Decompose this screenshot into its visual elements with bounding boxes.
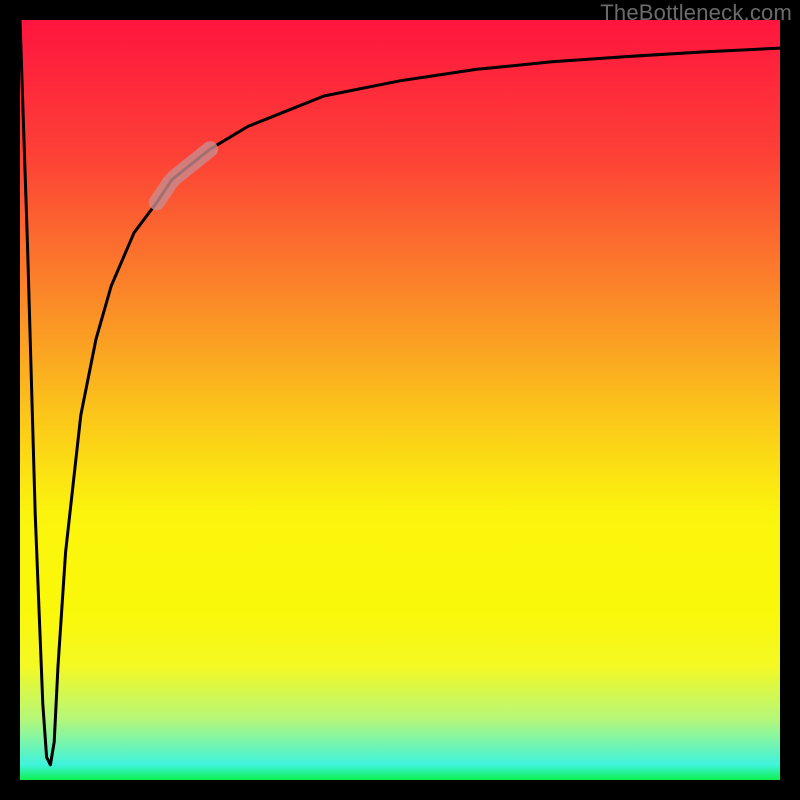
- chart-svg: [20, 20, 780, 780]
- plot-area: [20, 20, 780, 780]
- chart-frame: TheBottleneck.com: [0, 0, 800, 800]
- gradient-background: [20, 20, 780, 780]
